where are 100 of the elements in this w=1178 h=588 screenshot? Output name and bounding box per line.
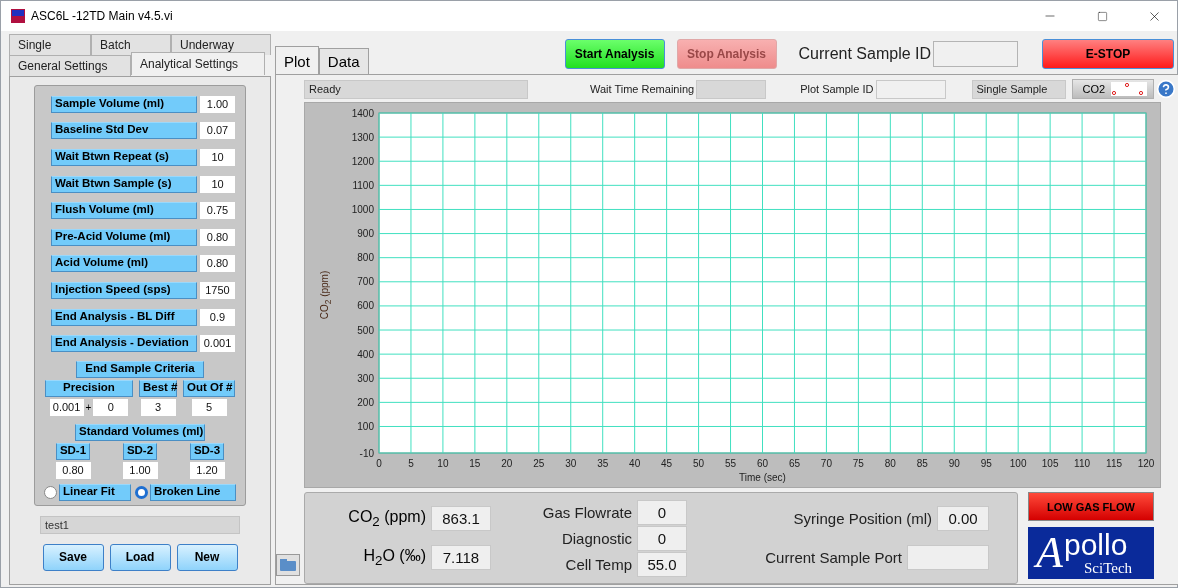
view-tab[interactable]: Data [318, 48, 369, 74]
window-title: ASC6L -12TD Main v4.5.vi [31, 9, 174, 23]
reading-value: 0.00 [937, 506, 989, 531]
parameter-value[interactable]: 10 [200, 149, 235, 166]
column-label: Out Of # [183, 379, 235, 397]
column-label: Precision [45, 379, 133, 397]
help-icon[interactable] [1155, 79, 1176, 99]
column-label: SD-1 [55, 442, 91, 460]
config-name-field[interactable]: test1 [40, 515, 240, 534]
logo-name: pollo [1064, 529, 1128, 561]
reading-value: 55.0 [637, 551, 687, 577]
y-tick-label: 500 [357, 324, 374, 336]
precision-value[interactable]: 0.001 [49, 398, 84, 416]
current-sample-id-label: Current Sample ID [798, 45, 932, 63]
x-tick-label: 30 [565, 458, 577, 469]
standard-volume-value[interactable]: 1.00 [122, 461, 158, 479]
y-tick-label: 600 [357, 300, 374, 312]
settings-tab[interactable]: General Settings [9, 55, 131, 76]
y-tick-label: 1300 [351, 131, 374, 143]
reading-value: 863.1 [431, 506, 491, 531]
folder-button[interactable] [276, 554, 300, 576]
column-label: SD-3 [189, 442, 225, 460]
parameter-label: Flush Volume (ml) [51, 202, 197, 220]
parameter-value[interactable]: 0.80 [200, 255, 235, 273]
parameter-value[interactable]: 0.80 [200, 228, 235, 246]
out-of-value[interactable]: 5 [191, 398, 227, 416]
parameter-value[interactable]: 0.07 [200, 122, 235, 140]
x-tick-label: 100 [1009, 458, 1027, 469]
y-tick-label: 1000 [351, 203, 374, 215]
parameter-label: Baseline Std Dev [51, 122, 197, 140]
parameter-label: End Analysis - Deviation [51, 335, 197, 353]
section-label: End Sample Criteria [76, 360, 204, 378]
y-tick-label: -10 [359, 447, 374, 459]
x-tick-label: 10 [437, 458, 449, 469]
parameter-label: Sample Volume (ml) [51, 95, 197, 113]
wait-time-field [696, 79, 767, 99]
parameter-value[interactable]: 1750 [200, 281, 235, 299]
x-tick-label: 45 [661, 458, 673, 469]
parameter-value[interactable]: 0.75 [200, 202, 235, 220]
x-axis-label: Time (sec) [739, 472, 786, 483]
current-sample-id-field[interactable] [933, 41, 1019, 67]
y-tick-label: 900 [357, 228, 374, 240]
gas-selector[interactable]: CO2 [1071, 79, 1154, 99]
maximize-icon [1096, 10, 1108, 22]
start-analysis-button[interactable]: Start Analysis [564, 39, 665, 69]
parameter-value[interactable]: 0.001 [200, 335, 235, 353]
x-tick-label: 70 [820, 458, 832, 469]
y-tick-label: 400 [357, 348, 374, 360]
y-tick-label: 100 [357, 421, 374, 432]
x-tick-label: 5 [408, 458, 414, 469]
parameter-label: Pre-Acid Volume (ml) [51, 228, 197, 246]
x-tick-label: 55 [725, 458, 737, 469]
e-stop-button[interactable]: E-STOP [1042, 39, 1175, 69]
standard-volume-value[interactable]: 0.80 [55, 461, 91, 479]
settings-tab[interactable]: Analytical Settings [131, 52, 265, 75]
parameter-label: Wait Btwn Repeat (s) [51, 149, 197, 166]
mode-field: Single Sample [971, 79, 1066, 99]
parameter-label: Injection Speed (sps) [51, 281, 197, 299]
reading-value: 0 [637, 499, 687, 525]
parameter-value[interactable]: 0.9 [200, 308, 235, 326]
x-tick-label: 75 [852, 458, 864, 469]
logo-tagline: SciTech [1084, 560, 1133, 576]
x-tick-label: 35 [597, 458, 609, 469]
y-tick-label: 1200 [351, 155, 374, 167]
app-icon [11, 9, 25, 23]
reading-label: CO$_{2}$ (ppm) [348, 507, 426, 530]
parameter-value[interactable]: 10 [200, 175, 235, 193]
best-value[interactable]: 3 [140, 398, 176, 416]
section-label: Standard Volumes (ml) [75, 423, 205, 441]
x-tick-label: 20 [501, 458, 513, 469]
settings-tab[interactable]: Single [9, 34, 91, 55]
x-tick-label: 60 [756, 458, 769, 469]
reading-label: Current Sample Port [765, 549, 902, 566]
x-tick-label: 90 [948, 458, 960, 469]
reading-label: Gas Flowrate [542, 503, 632, 521]
y-tick-label: 800 [357, 252, 374, 264]
precision-offset[interactable]: 0 [93, 398, 129, 416]
wait-time-label: Wait Time Remaining [590, 83, 695, 95]
x-tick-label: 0 [376, 458, 382, 469]
fit-option[interactable]: Linear Fit [44, 483, 131, 501]
file-button[interactable]: Load [109, 543, 171, 571]
plot-sample-id-field[interactable] [875, 79, 946, 99]
x-tick-label: 25 [533, 458, 545, 469]
y-tick-label: 1400 [351, 107, 374, 119]
column-label: SD-2 [122, 442, 158, 460]
y-tick-label: 700 [357, 276, 374, 288]
view-tab[interactable]: Plot [275, 46, 319, 76]
y-tick-label: 1100 [352, 179, 374, 191]
settings-tab[interactable]: Batch [91, 34, 171, 55]
reading-label: H$_{2}$O (‰) [363, 546, 426, 569]
file-button[interactable]: New [176, 543, 238, 571]
x-tick-label: 95 [980, 458, 992, 469]
reading-value: 7.118 [431, 545, 491, 570]
file-button[interactable]: Save [42, 543, 104, 571]
standard-volume-value[interactable]: 1.20 [189, 461, 225, 479]
x-tick-label: 120 [1137, 458, 1155, 469]
x-tick-label: 40 [629, 458, 641, 469]
reading-value: 0 [637, 525, 687, 551]
parameter-value[interactable]: 1.00 [200, 95, 235, 113]
reading-label: Syringe Position (ml) [793, 510, 932, 527]
